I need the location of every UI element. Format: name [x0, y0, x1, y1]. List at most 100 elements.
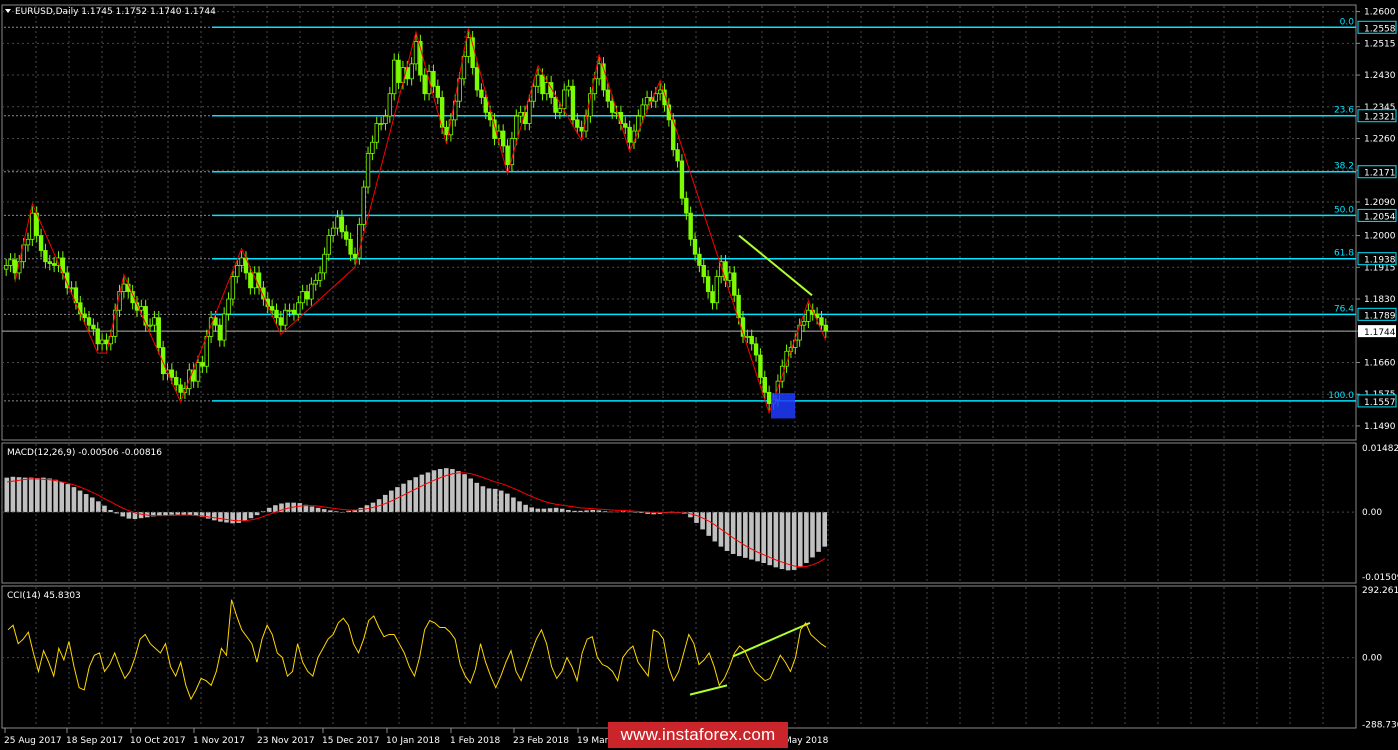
cci-series: [2, 599, 1356, 701]
candle: [383, 115, 388, 124]
trendlines: [689, 234, 813, 696]
candle: [509, 138, 515, 166]
candle: [38, 235, 44, 251]
candle: [409, 63, 414, 80]
candle: [99, 339, 105, 345]
macd-bar: [266, 507, 272, 513]
candle: [553, 97, 558, 113]
macd-bar: [743, 512, 748, 558]
zigzag-path: [14, 28, 827, 415]
macd-bar: [797, 512, 803, 568]
date-tick-label: 23 Nov 2017: [257, 736, 315, 746]
macd-tick-label: -0.01509: [1362, 573, 1398, 583]
macd-bar: [730, 512, 736, 554]
macd-bar: [816, 512, 821, 552]
macd-bar: [785, 512, 791, 571]
candle: [322, 253, 327, 274]
candle: [156, 317, 161, 348]
macd-bar: [230, 512, 235, 524]
macd-bar: [749, 512, 754, 560]
price-tick-label: 1.2090: [1364, 198, 1396, 208]
date-tick-label: May 2018: [784, 736, 829, 746]
candle: [801, 321, 807, 326]
candle: [618, 111, 624, 124]
candle: [766, 391, 772, 404]
macd-bar: [65, 484, 71, 513]
price-panel[interactable]: [1, 4, 1357, 441]
macd-bar: [535, 508, 541, 513]
candle: [374, 123, 379, 143]
macd-bar: [706, 512, 712, 536]
candle: [392, 59, 397, 95]
macd-bar: [474, 482, 480, 513]
candle: [304, 291, 310, 300]
candle: [657, 89, 663, 95]
macd-bar: [28, 477, 34, 513]
low-zone-highlight: [771, 393, 795, 419]
candle: [344, 231, 349, 240]
macd-tick-label: 0.00: [1362, 508, 1382, 518]
candle: [121, 283, 127, 292]
macd-bar: [242, 512, 248, 521]
candle: [640, 104, 645, 117]
axis-labels: 1.26001.25151.24301.23451.22601.21751.20…: [4, 8, 1398, 746]
candle: [330, 227, 336, 236]
macd-bar: [16, 477, 22, 513]
candle: [557, 108, 563, 113]
macd-bar: [157, 512, 162, 516]
candle: [400, 67, 406, 83]
candle: [474, 67, 480, 91]
cci-panel[interactable]: [1, 585, 1357, 729]
price-tick-label: 1.1660: [1364, 358, 1396, 368]
candle: [335, 216, 340, 229]
cci-tick-label: 292.2619: [1362, 586, 1398, 596]
candle: [365, 153, 371, 188]
dropdown-triangle-icon[interactable]: [5, 9, 11, 13]
chart-canvas[interactable]: 0.0 23.6 38.2 50.0 61.8 76.4 100.0 1.2600 1.251…: [0, 0, 1398, 750]
fib-pct-label: 50.0: [1334, 205, 1354, 215]
candle: [605, 89, 611, 102]
zigzag-line: [14, 28, 827, 415]
candle: [562, 89, 567, 110]
candle: [370, 141, 375, 154]
candle: [317, 272, 323, 281]
candle: [692, 238, 698, 255]
macd-bar: [224, 512, 229, 523]
candle: [435, 85, 440, 98]
candle: [326, 235, 332, 255]
candle: [169, 369, 175, 378]
candle: [230, 276, 236, 300]
date-tick-label: 10 Jan 2018: [386, 736, 440, 746]
price-tick-label: 1.2600: [1364, 8, 1396, 18]
macd-bar: [712, 512, 718, 542]
candle: [30, 212, 35, 240]
macd-bar: [804, 512, 809, 564]
candle: [239, 257, 244, 266]
candle: [444, 126, 449, 136]
date-tick-label: 25 Aug 2017: [4, 736, 62, 746]
macd-bar: [273, 505, 278, 513]
candle: [688, 212, 693, 240]
date-tick-label: 23 Feb 2018: [513, 736, 569, 746]
candle: [339, 216, 345, 233]
candle: [25, 238, 31, 246]
candle: [296, 302, 301, 315]
candle: [727, 272, 733, 281]
candle: [470, 37, 475, 68]
macd-bar: [498, 490, 504, 513]
fib-price-label: 1.1557: [1364, 398, 1396, 408]
candle: [570, 85, 576, 121]
fib-pct-label: 38.2: [1334, 162, 1354, 172]
fib-pct-label: 0.0: [1340, 17, 1355, 27]
candle: [736, 294, 741, 319]
candle: [217, 324, 223, 341]
fib-pct-label: 76.4: [1334, 304, 1354, 314]
macd-bar: [541, 508, 547, 513]
current-price-label: 1.1744: [1364, 328, 1396, 338]
candle: [51, 263, 57, 266]
macd-bar: [285, 502, 290, 513]
candle: [12, 259, 18, 274]
symbol-header[interactable]: EURUSD,Daily 1.1745 1.1752 1.1740 1.1744: [5, 7, 216, 17]
fib-price-label: 1.1789: [1364, 311, 1396, 321]
candle: [710, 291, 715, 304]
